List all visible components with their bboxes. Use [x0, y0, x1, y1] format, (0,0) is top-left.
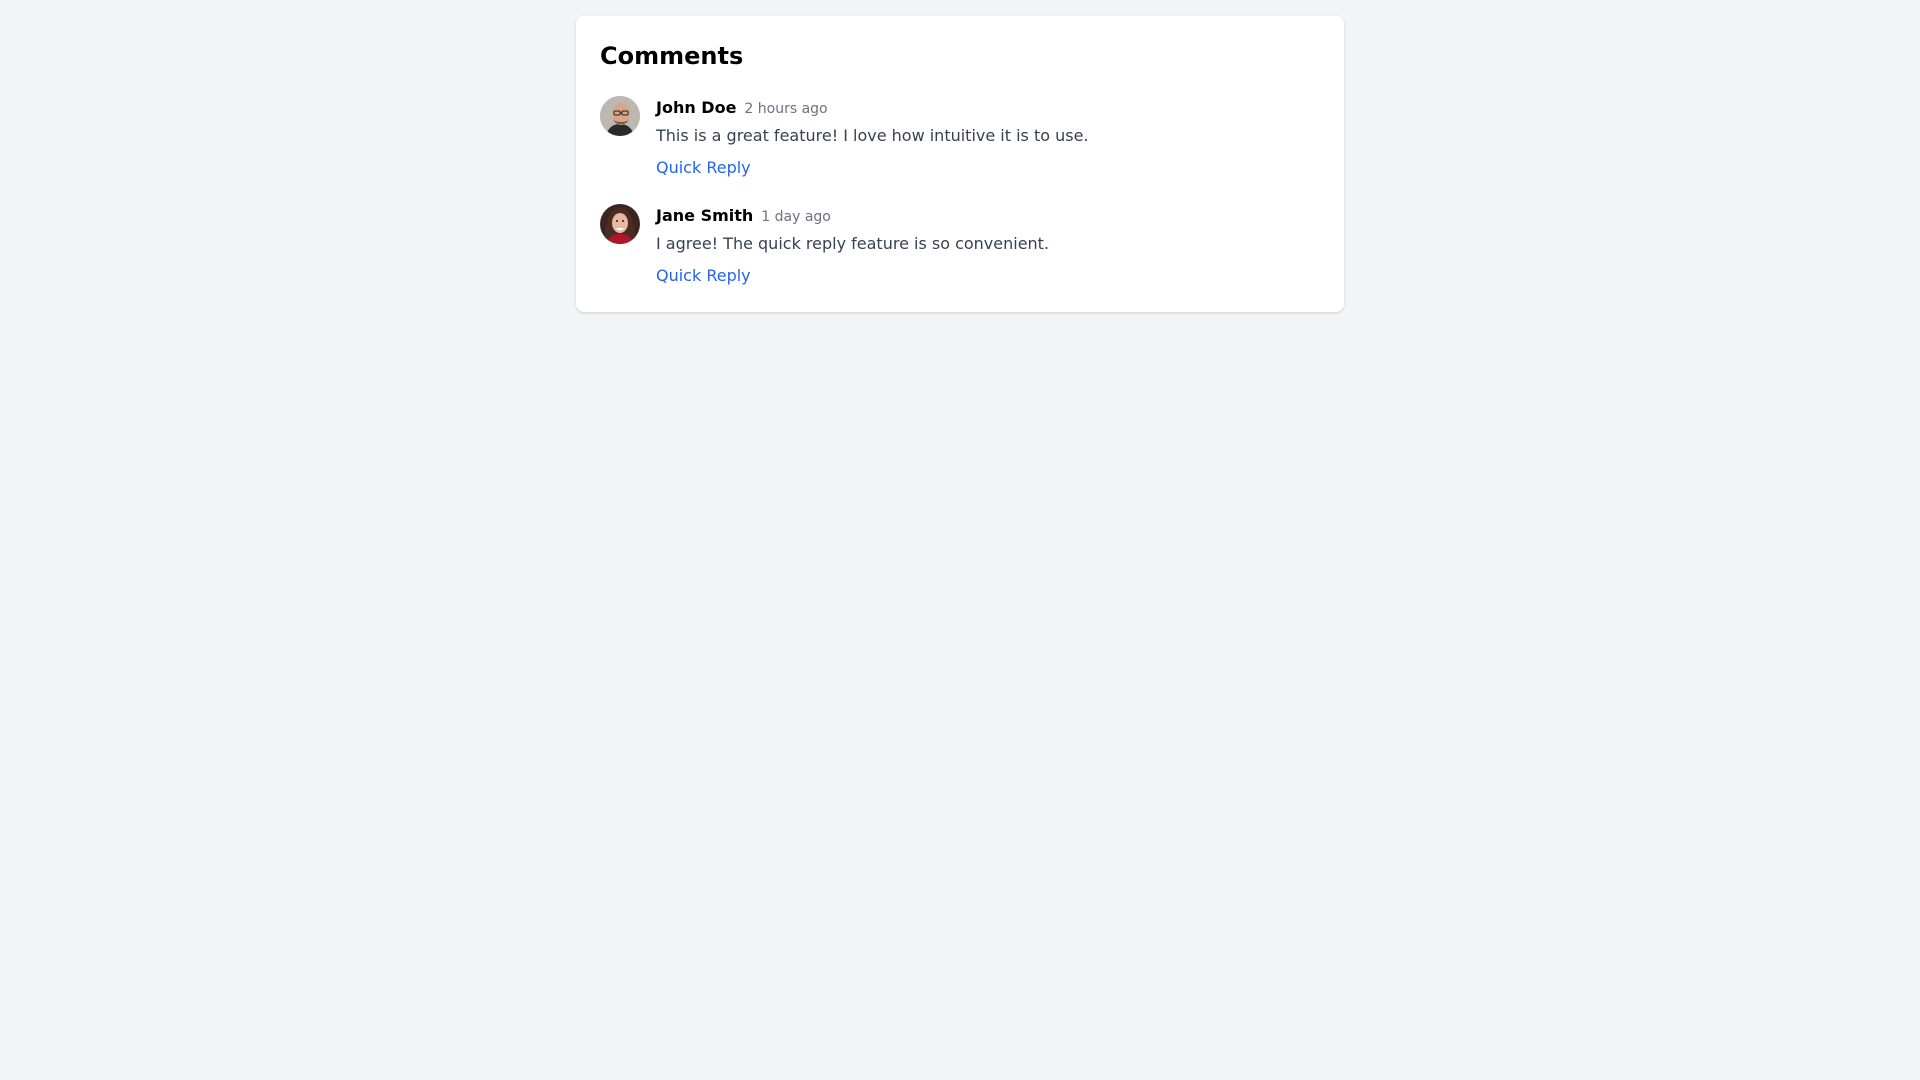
comment-timestamp: 2 hours ago	[744, 101, 828, 117]
comment-item: John Doe 2 hours ago This is a great fea…	[600, 96, 1089, 180]
avatar[interactable]	[600, 96, 640, 136]
comments-panel: Comments John Doe 2 hours ago This is a …	[576, 16, 1344, 312]
avatar-male-icon	[600, 96, 640, 136]
quick-reply-button[interactable]: Quick Reply	[656, 156, 1089, 180]
avatar[interactable]	[600, 204, 640, 244]
comment-text: This is a great feature! I love how intu…	[656, 126, 1089, 145]
comment-item: Jane Smith 1 day ago I agree! The quick …	[600, 204, 1049, 288]
comment-author: John Doe	[656, 98, 737, 117]
comment-author: Jane Smith	[656, 206, 754, 225]
avatar-female-icon	[600, 204, 640, 244]
comment-text: I agree! The quick reply feature is so c…	[656, 234, 1050, 253]
comments-title: Comments	[600, 42, 744, 70]
comment-timestamp: 1 day ago	[761, 209, 831, 225]
quick-reply-button[interactable]: Quick Reply	[656, 264, 1049, 288]
